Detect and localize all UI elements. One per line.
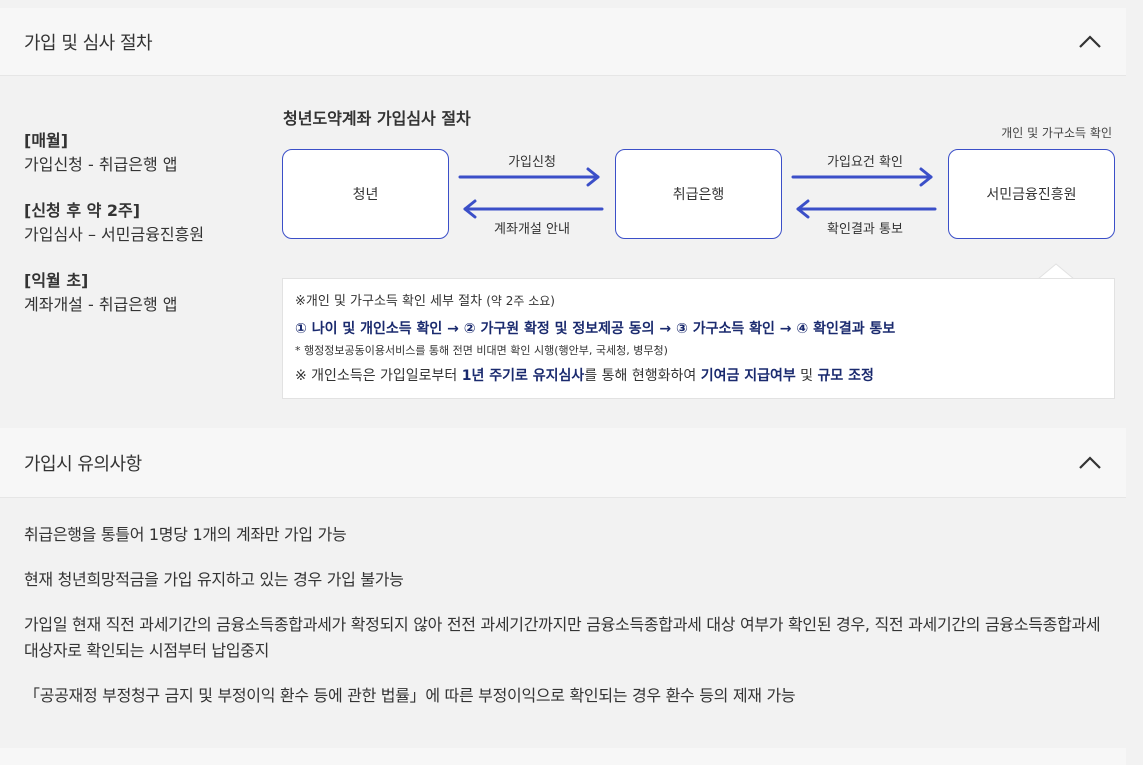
caution-item: 취급은행을 통틀어 1명당 1개의 계좌만 가입 가능 — [24, 525, 347, 544]
section-header-cautions[interactable]: 가입시 유의사항 — [0, 428, 1126, 498]
caution-item: 「공공재정 부정청구 금지 및 부정이익 환수 등에 관한 법률」에 따른 부정… — [24, 686, 796, 705]
flow-title: 청년도약계좌 가입심사 절차 — [283, 109, 471, 128]
detail-steps: ① 나이 및 개인소득 확인 → ② 가구원 확정 및 정보제공 동의 → ③ … — [295, 321, 896, 337]
step-desc: 가입신청 - 취급은행 앱 — [24, 155, 178, 174]
flow-box-bank: 취급은행 — [615, 149, 782, 239]
arrow-right-icon — [791, 167, 933, 187]
step-item: [익월 초] 계좌개설 - 취급은행 앱 — [24, 269, 274, 317]
flow-box-agency: 서민금융진흥원 — [948, 149, 1115, 239]
step-item: [신청 후 약 2주] 가입심사 – 서민금융진흥원 — [24, 199, 274, 247]
detail-note-highlight: 규모 조정 — [817, 368, 874, 384]
step-label: [매월] — [24, 131, 69, 150]
arrow-label-result: 확인결과 통보 — [827, 222, 903, 237]
chevron-up-icon[interactable] — [1078, 451, 1102, 475]
detail-note-text: 및 — [795, 368, 818, 384]
step-label: [신청 후 약 2주] — [24, 201, 141, 220]
detail-heading-main: ※개인 및 가구소득 확인 세부 절차 — [295, 294, 483, 309]
detail-heading-duration: (약 2주 소요) — [486, 294, 555, 308]
step-list: [매월] 가입신청 - 취급은행 앱 [신청 후 약 2주] 가입심사 – 서민… — [24, 129, 274, 339]
detail-note-highlight: 기여금 지급여부 — [700, 368, 796, 384]
join-procedure-panel: [매월] 가입신청 - 취급은행 앱 [신청 후 약 2주] 가입심사 – 서민… — [0, 77, 1126, 427]
caution-item: 가입일 현재 직전 과세기간의 금융소득종합과세가 확정되지 않아 전전 과세기… — [24, 615, 1101, 660]
detail-heading: ※개인 및 가구소득 확인 세부 절차 (약 2주 소요) — [295, 291, 1102, 312]
income-check-detail: ※개인 및 가구소득 확인 세부 절차 (약 2주 소요) ① 나이 및 개인소… — [282, 278, 1115, 399]
step-item: [매월] 가입신청 - 취급은행 앱 — [24, 129, 274, 177]
arrow-label-eligibility: 가입요건 확인 — [827, 155, 903, 170]
arrow-left-icon — [796, 199, 937, 219]
arrow-label-apply: 가입신청 — [508, 155, 556, 170]
detail-note: ※ 개인소득은 가입일로부터 1년 주기로 유지심사를 통해 현행화하여 기여금… — [295, 363, 1102, 389]
detail-note-text: 를 통해 현행화하여 — [584, 368, 701, 384]
step-label: [익월 초] — [24, 271, 89, 290]
next-section-edge — [0, 748, 1126, 765]
section-header-join-procedure[interactable]: 가입 및 심사 절차 — [0, 8, 1126, 76]
detail-note-highlight: 1년 주기로 유지심사 — [461, 368, 585, 384]
detail-note-text: ※ 개인소득은 가입일로부터 — [295, 368, 462, 384]
cautions-panel: 취급은행을 통틀어 1명당 1개의 계좌만 가입 가능 현재 청년희망적금을 가… — [0, 498, 1126, 738]
arrow-right-icon — [458, 167, 600, 187]
step-desc: 계좌개설 - 취급은행 앱 — [24, 295, 178, 314]
callout-notch — [1037, 263, 1075, 279]
chevron-up-icon[interactable] — [1078, 30, 1102, 54]
side-note: 개인 및 가구소득 확인 — [1001, 126, 1112, 140]
caution-item: 현재 청년희망적금을 가입 유지하고 있는 경우 가입 불가능 — [24, 570, 404, 589]
flow-box-youth: 청년 — [282, 149, 449, 239]
section-title: 가입 및 심사 절차 — [24, 32, 153, 54]
detail-footnote: * 행정정보공동이용서비스를 통해 전면 비대면 확인 시행(행안부, 국세청,… — [295, 344, 668, 357]
step-desc: 가입심사 – 서민금융진흥원 — [24, 225, 205, 244]
arrow-left-icon — [463, 199, 604, 219]
section-title: 가입시 유의사항 — [24, 453, 142, 475]
arrow-label-account-open: 계좌개설 안내 — [494, 222, 570, 237]
